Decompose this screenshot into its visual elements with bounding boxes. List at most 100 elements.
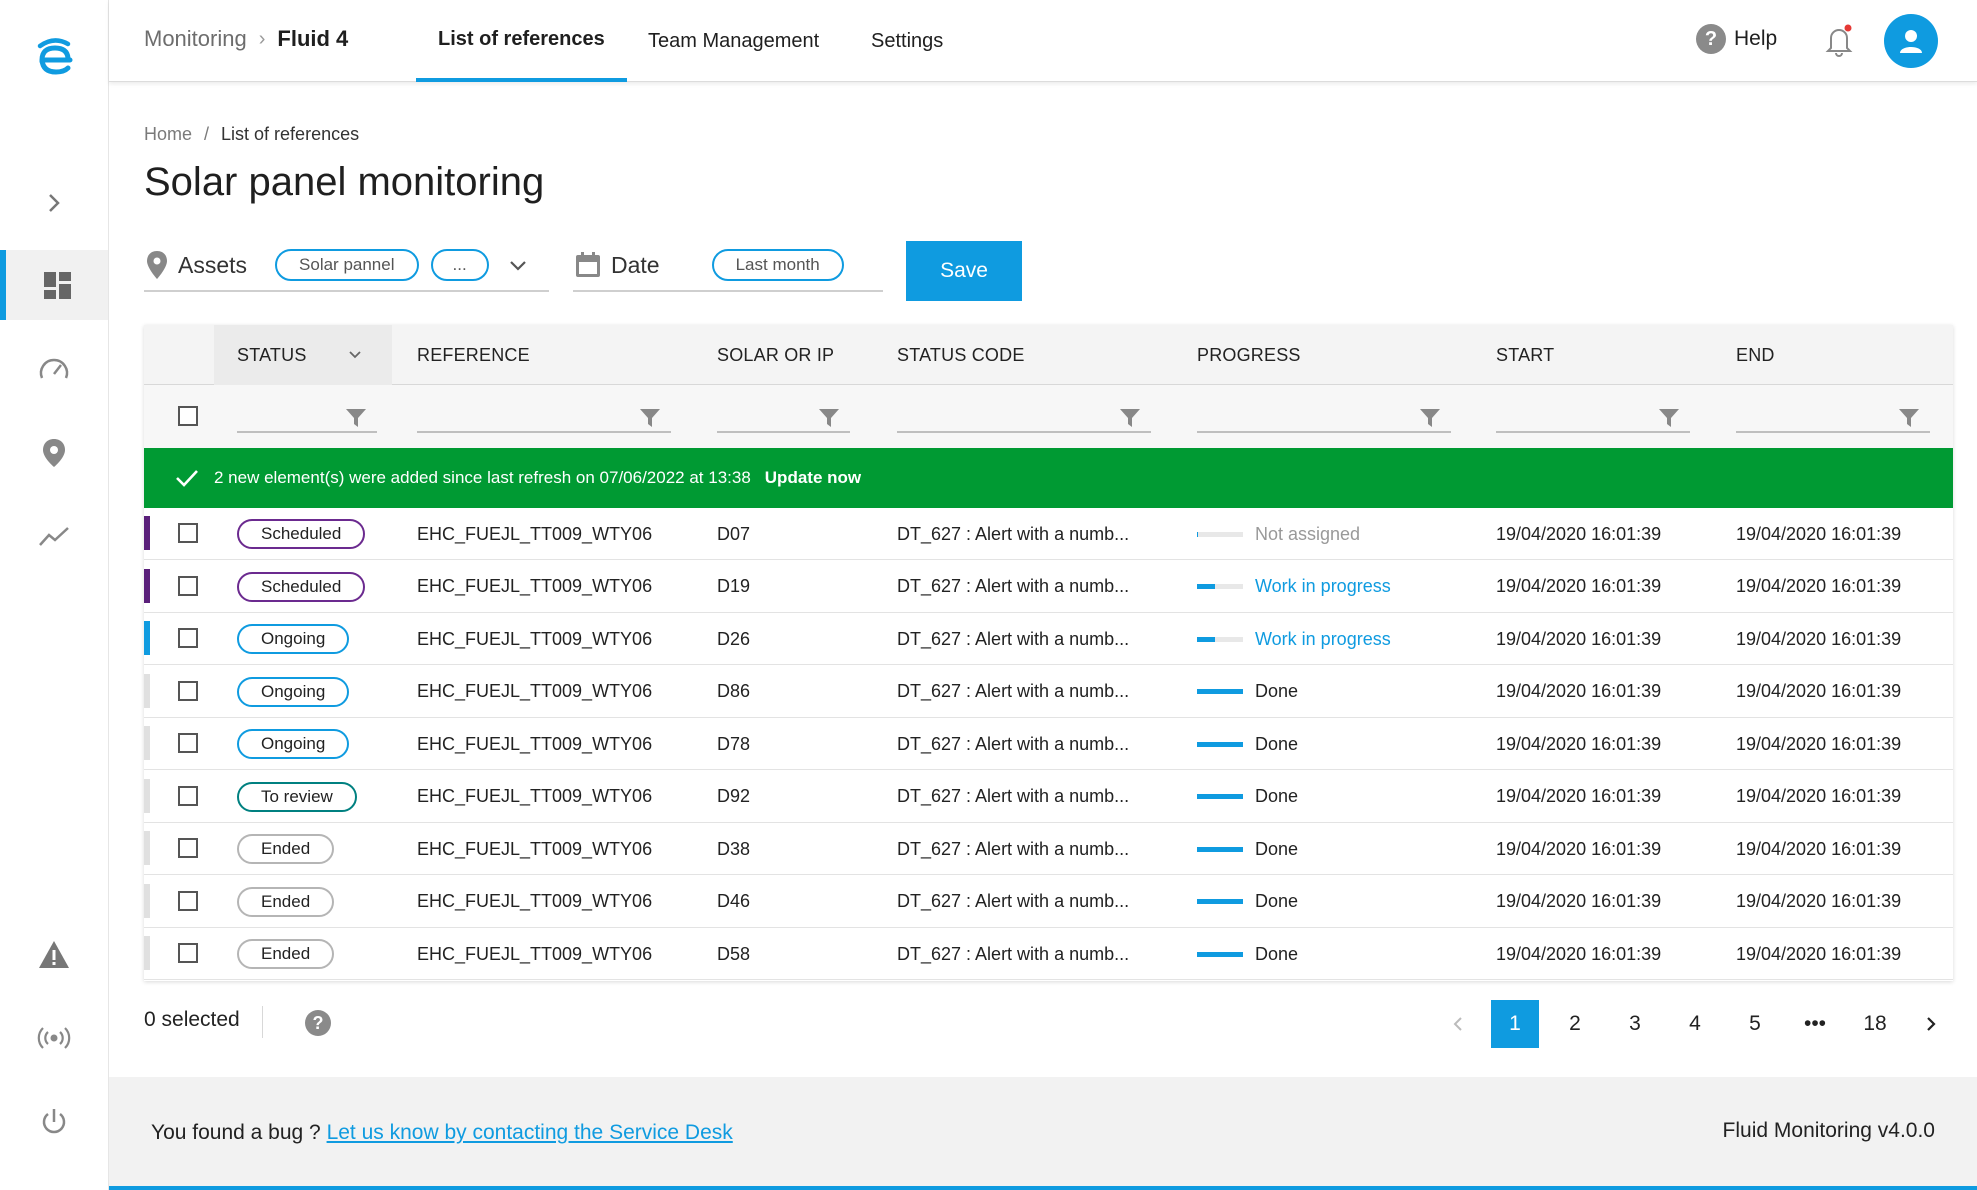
solar-or-ip-filter-input[interactable] xyxy=(717,403,850,433)
tab-list-of-references[interactable]: List of references xyxy=(416,0,627,82)
progress-cell: Done xyxy=(1197,876,1298,928)
table-row[interactable]: Scheduled EHC_FUEJL_TT009_WTY06 D19 DT_6… xyxy=(144,561,1953,613)
page-ellipsis[interactable]: ••• xyxy=(1791,1000,1839,1048)
row-status-marker xyxy=(144,516,150,550)
row-checkbox[interactable] xyxy=(178,890,198,911)
progress-filter-input[interactable] xyxy=(1197,403,1451,433)
row-checkbox[interactable] xyxy=(178,943,198,963)
column-header-status-code[interactable]: STATUS CODE xyxy=(897,325,1025,385)
reference-cell: EHC_FUEJL_TT009_WTY06 xyxy=(417,681,653,701)
end-cell: 19/04/2020 16:01:39 xyxy=(1736,786,1902,806)
asset-chip-more[interactable]: ... xyxy=(430,249,489,281)
next-page-button[interactable] xyxy=(1907,1000,1955,1048)
filter-icon[interactable] xyxy=(1419,407,1441,429)
end-cell: 19/04/2020 16:01:39 xyxy=(1736,733,1902,754)
update-now-link[interactable]: Update now xyxy=(765,468,861,488)
column-header-reference[interactable]: REFERENCE xyxy=(417,325,530,385)
progress-label: Done xyxy=(1255,786,1299,806)
row-checkbox[interactable] xyxy=(178,628,198,648)
column-header-progress[interactable]: PROGRESS xyxy=(1197,325,1301,385)
user-icon xyxy=(1900,30,1922,53)
start-cell: 19/04/2020 16:01:39 xyxy=(1496,891,1662,911)
progress-label: Done xyxy=(1255,681,1299,701)
progress-bar xyxy=(1197,951,1243,957)
end-cell: 19/04/2020 16:01:39 xyxy=(1736,523,1902,544)
page-1-button[interactable]: 1 xyxy=(1491,1000,1539,1048)
notification-bell-icon[interactable] xyxy=(1822,22,1856,58)
status-code-cell: DT_627 : Alert with a numb... xyxy=(897,943,1130,964)
status-code-filter-input[interactable] xyxy=(897,403,1151,433)
filter-icon[interactable] xyxy=(1898,407,1920,429)
table-row[interactable]: Ended EHC_FUEJL_TT009_WTY06 D46 DT_627 :… xyxy=(144,876,1953,928)
assets-filter[interactable]: Assets Solar pannel ... xyxy=(144,240,549,292)
row-checkbox[interactable] xyxy=(178,838,198,858)
table-row[interactable]: Ongoing EHC_FUEJL_TT009_WTY06 D78 DT_627… xyxy=(144,718,1953,770)
chevron-right-icon xyxy=(49,194,60,212)
status-badge: Scheduled xyxy=(237,571,366,602)
sidebar-item-dashboard[interactable] xyxy=(0,250,108,320)
help-button[interactable]: ? Help xyxy=(1696,24,1777,54)
page-4-button[interactable]: 4 xyxy=(1671,1000,1719,1048)
status-filter-input[interactable] xyxy=(237,403,377,433)
expand-sidebar-button[interactable] xyxy=(0,168,108,238)
breadcrumb-home[interactable]: Home xyxy=(144,124,192,145)
filter-icon[interactable] xyxy=(345,407,367,429)
progress-label: Done xyxy=(1255,891,1299,911)
row-status-marker xyxy=(144,883,150,918)
date-chip-last-month[interactable]: Last month xyxy=(711,249,844,281)
table-row[interactable]: Ended EHC_FUEJL_TT009_WTY06 D58 DT_627 :… xyxy=(144,928,1953,980)
service-desk-link[interactable]: Let us know by contacting the Service De… xyxy=(327,1121,733,1144)
section-link[interactable]: Monitoring xyxy=(144,26,247,52)
reference-filter-input[interactable] xyxy=(417,403,671,433)
page-2-button[interactable]: 2 xyxy=(1551,1000,1599,1048)
row-checkbox[interactable] xyxy=(178,733,198,753)
reference-cell: EHC_FUEJL_TT009_WTY06 xyxy=(417,576,653,596)
sidebar-item-logout[interactable] xyxy=(0,1087,108,1157)
sidebar-item-broadcast[interactable] xyxy=(0,1003,108,1073)
help-icon[interactable]: ? xyxy=(305,1010,331,1036)
table-row[interactable]: Ongoing EHC_FUEJL_TT009_WTY06 D86 DT_627… xyxy=(144,666,1953,718)
progress-cell: Done xyxy=(1197,823,1298,875)
start-cell: 19/04/2020 16:01:39 xyxy=(1496,523,1662,544)
save-button[interactable]: Save xyxy=(906,241,1022,301)
row-checkbox[interactable] xyxy=(178,523,198,543)
asset-chip-solar-pannel[interactable]: Solar pannel xyxy=(275,249,419,281)
row-checkbox[interactable] xyxy=(178,785,198,806)
column-header-start[interactable]: START xyxy=(1496,325,1554,385)
column-header-status[interactable]: STATUS xyxy=(237,325,307,385)
sidebar-item-alerts[interactable] xyxy=(0,920,108,990)
table-row[interactable]: To review EHC_FUEJL_TT009_WTY06 D92 DT_6… xyxy=(144,771,1953,823)
reference-cell: EHC_FUEJL_TT009_WTY06 xyxy=(417,943,653,964)
filter-icon[interactable] xyxy=(818,407,840,429)
filter-icon[interactable] xyxy=(639,407,661,429)
sidebar-item-analytics[interactable] xyxy=(0,502,108,572)
user-avatar[interactable] xyxy=(1884,14,1938,68)
app-logo[interactable] xyxy=(30,32,78,80)
tab-team-management[interactable]: Team Management xyxy=(648,0,819,82)
tab-settings[interactable]: Settings xyxy=(871,0,943,82)
table-row[interactable]: Scheduled EHC_FUEJL_TT009_WTY06 D07 DT_6… xyxy=(144,508,1953,560)
table-row[interactable]: Ongoing EHC_FUEJL_TT009_WTY06 D26 DT_627… xyxy=(144,613,1953,665)
chevron-down-icon[interactable] xyxy=(507,254,529,276)
sidebar-item-speed[interactable] xyxy=(0,335,108,405)
row-checkbox[interactable] xyxy=(178,680,198,701)
chevron-down-icon[interactable] xyxy=(347,347,363,363)
banner-message: 2 new element(s) were added since last r… xyxy=(214,468,751,487)
column-header-end[interactable]: END xyxy=(1736,325,1775,385)
column-header-solar-or-ip[interactable]: SOLAR OR IP xyxy=(717,325,834,385)
row-checkbox[interactable] xyxy=(178,575,198,596)
sidebar-item-map[interactable] xyxy=(0,418,108,488)
page-3-button[interactable]: 3 xyxy=(1611,1000,1659,1048)
date-filter[interactable]: Date Last month xyxy=(573,240,883,292)
filter-icon[interactable] xyxy=(1119,407,1141,429)
page-18-button[interactable]: 18 xyxy=(1851,1000,1899,1048)
select-all-checkbox[interactable] xyxy=(178,406,198,426)
table-row[interactable]: Ended EHC_FUEJL_TT009_WTY06 D38 DT_627 :… xyxy=(144,823,1953,875)
start-filter-input[interactable] xyxy=(1496,403,1690,433)
progress-bar xyxy=(1197,689,1243,694)
filter-icon[interactable] xyxy=(1658,407,1680,429)
prev-page-button[interactable] xyxy=(1434,1000,1482,1048)
footer: You found a bug ? Let us know by contact… xyxy=(109,1077,1977,1190)
page-5-button[interactable]: 5 xyxy=(1731,1000,1779,1048)
end-filter-input[interactable] xyxy=(1736,403,1930,433)
